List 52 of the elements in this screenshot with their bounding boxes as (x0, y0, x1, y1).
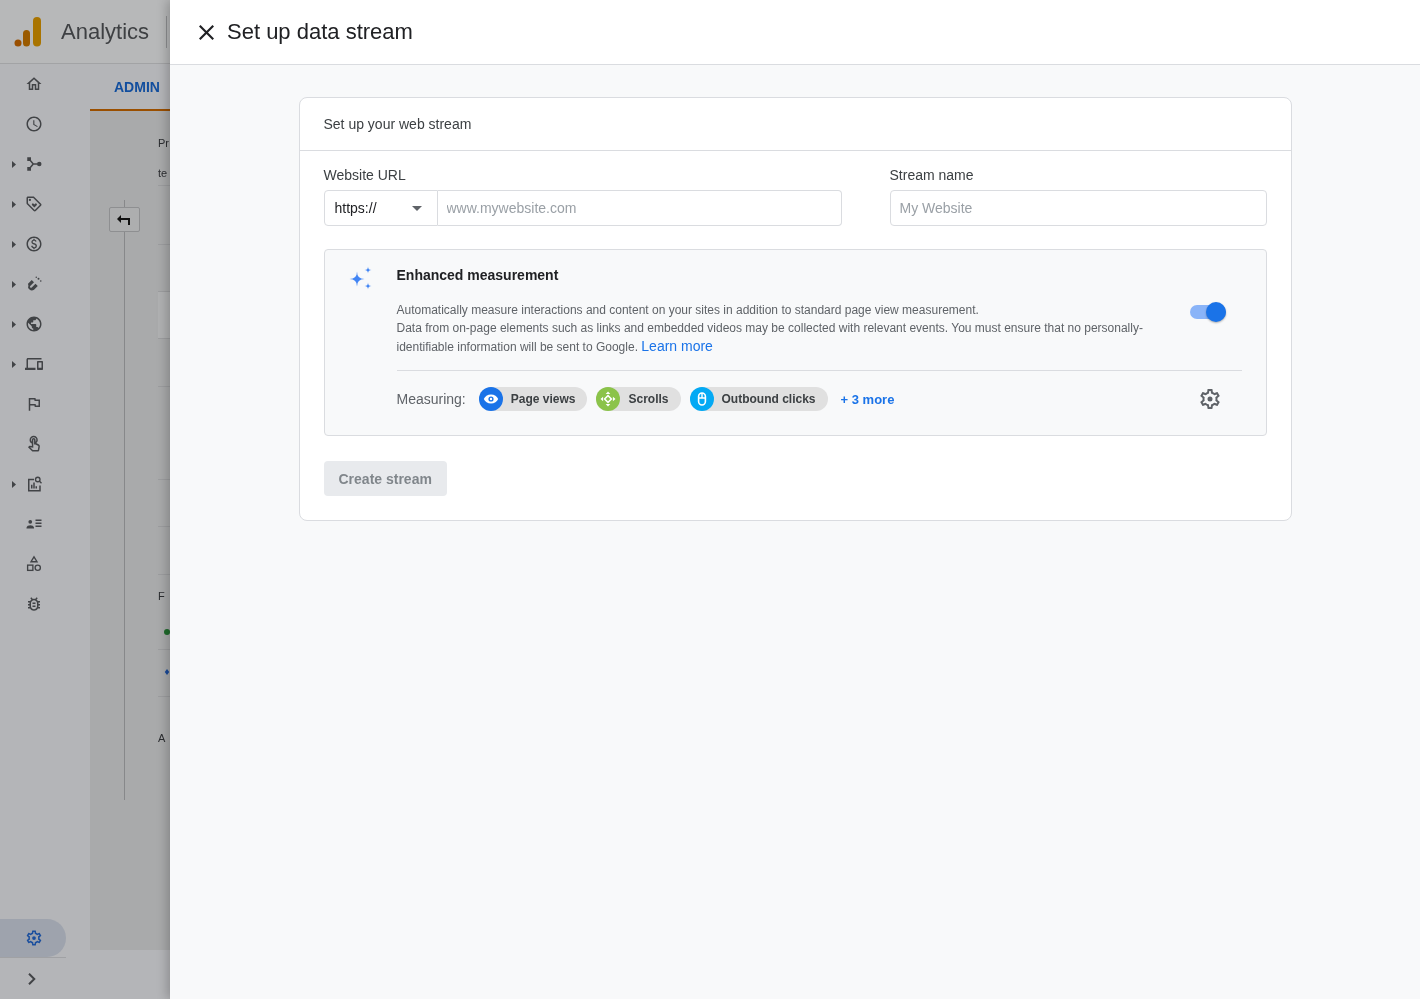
bug-icon (25, 595, 43, 613)
dollar-icon (25, 235, 43, 253)
caret-icon[interactable] (12, 200, 16, 208)
cut-text: A (158, 732, 166, 744)
branch-icon (25, 155, 43, 173)
event-name: Page views (510, 392, 576, 406)
caret-icon[interactable] (12, 240, 16, 248)
measuring-label: Measuring: (396, 391, 466, 407)
field-label: Website URL (323, 166, 406, 185)
analytics-logo (14, 16, 42, 47)
collapse-button[interactable] (108, 207, 140, 232)
report-search-icon (25, 475, 43, 493)
tag-icon (25, 195, 43, 213)
magnet-icon (25, 275, 43, 293)
dialog-title: Set up data stream (227, 19, 413, 45)
field-label: Stream name (889, 166, 974, 185)
product-name: Analytics (61, 18, 150, 45)
stream-name-input[interactable]: My Website (889, 190, 1267, 226)
more-events-link[interactable]: + 3 more (840, 391, 895, 407)
caret-icon[interactable] (12, 480, 16, 488)
chevron-right-icon[interactable] (28, 972, 36, 985)
event-name: Scrolls (628, 392, 669, 406)
cut-text: te (158, 167, 168, 179)
privacy-notice: Data from on-page elements such as links and embedded videos may be collected with relevant events. You must ensure that no personally-identifiable information will be sent to Google. Learn more (396, 320, 1144, 356)
caret-icon[interactable] (12, 160, 16, 168)
admin-nav-button[interactable] (0, 919, 66, 957)
card-title: Set up your web stream (299, 98, 1291, 151)
home-icon (25, 75, 43, 93)
settings-icon (25, 929, 43, 947)
protocol-select[interactable]: https:// (323, 190, 438, 226)
caret-icon[interactable] (12, 320, 16, 328)
caret-down-icon (411, 205, 422, 211)
section-title: Enhanced measurement (396, 266, 559, 285)
shapes-icon (25, 555, 43, 573)
url-input[interactable]: www.mywebsite.com (437, 190, 842, 226)
diamond-icon (164, 669, 170, 675)
caret-icon[interactable] (12, 360, 16, 368)
description-text: Automatically measure interactions and content on your sites in addition to standard page view measurement. (396, 302, 980, 319)
event-name: Outbound clicks (721, 392, 816, 406)
settings-icon[interactable] (1199, 389, 1220, 409)
status-dot-icon (164, 629, 170, 635)
close-icon[interactable] (199, 24, 214, 40)
toggle-switch[interactable] (1189, 302, 1226, 322)
globe-icon (25, 315, 43, 333)
learn-more-link[interactable]: Learn more (641, 338, 713, 354)
arrow-left-icon (117, 214, 131, 225)
touch-icon (25, 435, 43, 453)
caret-icon[interactable] (12, 280, 16, 288)
clock-icon (25, 115, 43, 133)
cut-text: F (158, 590, 165, 602)
devices-icon (25, 355, 43, 373)
cut-text: Pr (158, 137, 169, 149)
